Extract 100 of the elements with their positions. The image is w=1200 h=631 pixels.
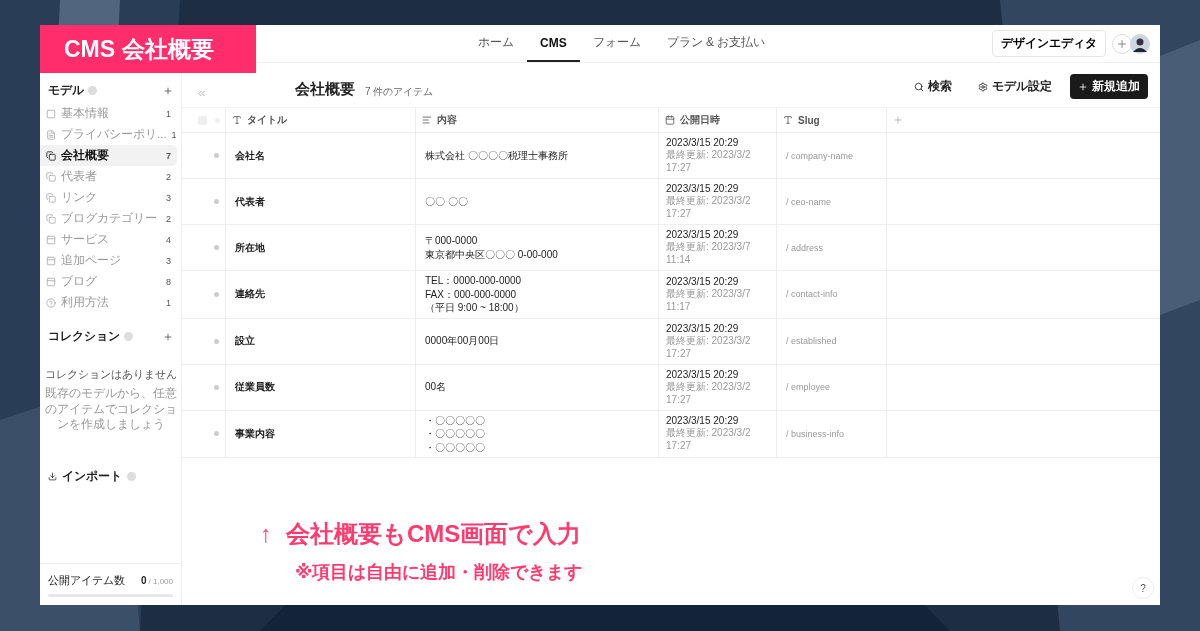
table-cell-text: 株式会社 〇〇〇〇税理士事務所 (425, 148, 569, 163)
publish-date: 2023/3/15 20:29 (666, 229, 740, 240)
item-count: 3 (166, 192, 171, 203)
item-count: 2 (166, 213, 171, 224)
updated-date: 最終更新: 2023/3/2 17:27 (666, 194, 752, 220)
updated-date: 最終更新: 2023/3/2 17:27 (666, 148, 752, 174)
add-button[interactable]: 新規追加 (1070, 74, 1148, 99)
pages-icon (46, 171, 56, 182)
publish-date: 2023/3/15 20:29 (666, 368, 740, 380)
sidebar-item[interactable]: 追加ページ 3 (40, 250, 177, 271)
published-limit: / 1,000 (148, 577, 173, 586)
table-cell-text: 事業内容 (235, 426, 276, 441)
slug-cell-text: / address (786, 242, 825, 253)
design-editor-button[interactable]: デザインエディタ (992, 30, 1106, 57)
search-button[interactable]: 検索 (906, 74, 960, 99)
add-icon[interactable] (163, 331, 173, 342)
slug-cell-text: / contact-info (786, 289, 839, 300)
slug-cell-text: / company-name (786, 150, 855, 161)
add-icon[interactable] (163, 85, 173, 96)
sidebar-item[interactable]: 利用方法 1 (40, 292, 177, 313)
publish-date: 2023/3/15 20:29 (666, 415, 740, 427)
document-icon (46, 129, 56, 140)
slug-cell-text: / business-info (786, 428, 846, 439)
publish-date: 2023/3/15 20:29 (666, 183, 740, 194)
table-cell-text: ・〇〇〇〇〇 (425, 440, 486, 454)
table-cell-text: 00名 (425, 380, 448, 394)
publish-date: 2023/3/15 20:29 (666, 275, 740, 287)
arrow-text: ↑ (260, 520, 272, 548)
slug-cell-text: / employee (786, 382, 832, 392)
avatar-icon[interactable] (1130, 33, 1150, 54)
status-dot (214, 431, 219, 437)
nav-tab[interactable]: CMS (527, 25, 580, 62)
card-icon (46, 276, 56, 287)
item-count: 1 (171, 129, 177, 140)
sidebar-item[interactable]: 基本情報 1 (40, 103, 177, 124)
item-count: 3 (166, 255, 171, 266)
nav-tab[interactable]: プラン & お支払い (653, 25, 779, 62)
item-count: 1 (166, 108, 171, 119)
import-link[interactable]: インポート (62, 468, 122, 484)
nav-tab[interactable]: ホーム (465, 25, 527, 62)
table-cell-text: 東京都中央区〇〇〇 0-00-000 (425, 247, 559, 261)
sidebar-item[interactable]: 代表者 2 (40, 166, 177, 187)
updated-date: 最終更新: 2023/3/2 17:27 (666, 426, 752, 453)
table-cell-text: （平日 9:00 ~ 18:00） (425, 301, 525, 315)
collapse-icon[interactable] (196, 88, 207, 99)
sidebar-item[interactable]: ブログカテゴリー 2 (40, 208, 177, 229)
table-cell-text: 代表者 (235, 194, 266, 209)
publish-date: 2023/3/15 20:29 (666, 137, 740, 148)
add-column-icon[interactable] (893, 115, 903, 125)
column-type-icon (783, 115, 793, 125)
updated-date: 最終更新: 2023/3/2 17:27 (666, 333, 752, 360)
column-header[interactable]: 公開日時 (659, 107, 777, 133)
sidebar-item[interactable]: リンク 3 (40, 187, 177, 208)
card-icon (46, 234, 56, 245)
pages-icon (46, 192, 56, 203)
pages-icon (46, 213, 56, 224)
status-dot (214, 291, 219, 297)
sidebar-item[interactable]: 会社概要 7 (40, 145, 177, 166)
nav-tab[interactable]: フォーム (579, 25, 654, 62)
table-cell-text: 〒000-0000 (425, 234, 479, 248)
empty-text: 既存のモデルから、任意のアイテムでコレクションを作成しましょう (44, 386, 177, 433)
page-icon (46, 108, 56, 119)
search-icon (914, 81, 924, 92)
banner-title: CMS 会社概要 (40, 25, 256, 73)
collections-heading: コレクション (48, 329, 120, 344)
column-header[interactable]: タイトル (226, 107, 416, 133)
download-icon (48, 471, 57, 481)
sidebar-item[interactable]: プライバシーポリ... 1 (40, 124, 177, 145)
empty-title: コレクションはありません (44, 367, 177, 382)
status-dot (214, 245, 219, 250)
column-type-icon (422, 115, 432, 125)
plus-icon (1078, 81, 1088, 92)
help-button[interactable]: ? (1132, 577, 1154, 599)
item-count: 1 (166, 297, 171, 308)
column-header[interactable]: 内容 (416, 107, 659, 133)
status-dot (214, 338, 219, 344)
table-cell-text: 設立 (235, 334, 256, 348)
item-count: 8 (166, 276, 171, 287)
column-header[interactable]: Slug (777, 107, 887, 133)
status-dot (214, 199, 219, 204)
updated-date: 最終更新: 2023/3/7 11:14 (666, 240, 752, 266)
sidebar-item[interactable]: ブログ 8 (40, 271, 177, 292)
item-count: 4 (166, 234, 171, 245)
table-cell-text: 会社名 (235, 148, 266, 163)
table-cell-text: 所在地 (235, 240, 266, 255)
slug-cell-text: / ceo-name (786, 196, 833, 207)
models-heading: モデル (48, 83, 84, 98)
status-dot (214, 153, 219, 158)
sidebar-item[interactable]: サービス 4 (40, 229, 177, 250)
table-cell-text: 連絡先 (235, 287, 266, 302)
publish-date: 2023/3/15 20:29 (666, 322, 740, 334)
published-count: 0 (140, 575, 147, 586)
column-type-icon (232, 115, 242, 125)
card-icon (46, 255, 56, 266)
annotation-note: ※項目は自由に追加・削除できます (295, 561, 583, 584)
item-count: 7 (166, 150, 171, 161)
slug-cell-text: / established (786, 336, 838, 346)
annotation-headline: 会社概要もCMS画面で入力 (286, 519, 582, 549)
settings-button[interactable]: モデル設定 (970, 74, 1060, 99)
column-type-icon (665, 115, 675, 125)
